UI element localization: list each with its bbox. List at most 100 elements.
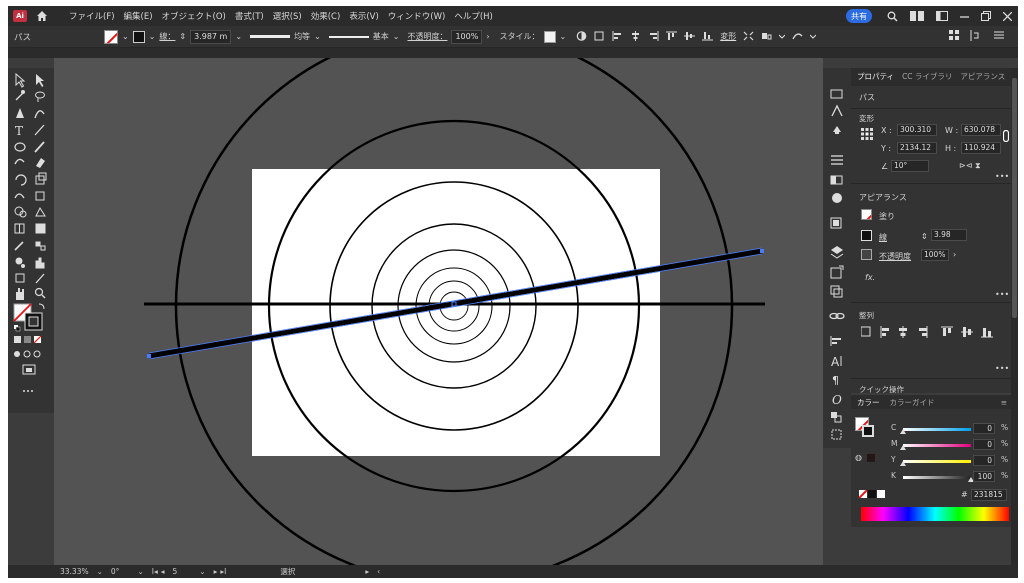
- align-top-icon[interactable]: [666, 31, 678, 41]
- ellipse-tool-icon[interactable]: [14, 142, 26, 152]
- transform-link[interactable]: 変形: [720, 31, 736, 42]
- menu-type[interactable]: 書式(T): [235, 10, 264, 22]
- chevron-down-icon[interactable]: [779, 31, 786, 41]
- previous-artboard-icon[interactable]: ◂: [161, 567, 165, 576]
- white-color-chip[interactable]: [877, 490, 885, 498]
- stroke-panel-icon[interactable]: [831, 155, 843, 165]
- arrange-documents-icon[interactable]: [910, 11, 924, 21]
- panel-menu-icon[interactable]: ≡: [1001, 398, 1007, 407]
- flip-horizontal-icon[interactable]: ⊳⊲: [959, 161, 972, 170]
- eraser-tool-icon[interactable]: [36, 158, 45, 168]
- yellow-slider-thumb[interactable]: [900, 461, 906, 466]
- rotate-tool-icon[interactable]: [15, 174, 27, 186]
- cyan-value[interactable]: 0: [973, 423, 995, 434]
- tab-appearance[interactable]: アピアランス: [960, 71, 1005, 82]
- more-options-icon[interactable]: •••: [995, 364, 1009, 373]
- paragraph-panel-icon[interactable]: ¶: [832, 374, 839, 387]
- links-panel-icon[interactable]: [829, 312, 845, 320]
- screen-mode-icon[interactable]: [22, 364, 36, 375]
- magenta-slider[interactable]: [903, 444, 971, 447]
- reference-point-icon[interactable]: [861, 128, 873, 140]
- stepper-icon[interactable]: ⇕: [921, 232, 928, 241]
- anchor-point[interactable]: [760, 249, 764, 253]
- tab-color[interactable]: カラー: [857, 397, 880, 408]
- brush-definition-icon[interactable]: [328, 35, 369, 38]
- puppet-warp-icon[interactable]: [792, 31, 803, 41]
- chevron-down-icon[interactable]: ⌄: [560, 32, 567, 41]
- align-buttons[interactable]: [861, 326, 1001, 338]
- link-proportions-icon[interactable]: [1003, 130, 1009, 142]
- opacity-field[interactable]: 100%: [451, 29, 483, 44]
- variable-width-profile-icon[interactable]: [250, 35, 291, 38]
- status-arrow-icon[interactable]: ▸: [365, 567, 369, 576]
- hex-field[interactable]: 231815: [971, 489, 1007, 501]
- menu-select[interactable]: 選択(S): [273, 10, 302, 22]
- transform-each-icon[interactable]: [743, 31, 754, 41]
- y-field[interactable]: 2134.12: [897, 142, 937, 154]
- symbol-sprayer-icon[interactable]: [15, 257, 25, 268]
- none-color-chip[interactable]: [859, 490, 867, 498]
- opentype-panel-icon[interactable]: O: [832, 393, 842, 407]
- transform-panel-icon[interactable]: [831, 429, 842, 440]
- artboard-tool-icon[interactable]: [15, 273, 25, 283]
- asset-export-icon[interactable]: [830, 285, 843, 298]
- style-swatch[interactable]: [543, 30, 556, 43]
- curvature-tool-icon[interactable]: [34, 110, 45, 119]
- free-transform-icon[interactable]: [35, 191, 45, 201]
- rotate-view[interactable]: 0°: [111, 567, 120, 576]
- magic-wand-icon[interactable]: [15, 90, 25, 101]
- default-colors-icon[interactable]: [14, 325, 21, 332]
- pathfinder-icon[interactable]: [970, 30, 984, 41]
- flip-vertical-icon[interactable]: ⧗: [975, 161, 981, 171]
- restore-icon[interactable]: [981, 11, 991, 21]
- effects-icon[interactable]: fx.: [865, 273, 875, 282]
- symbols-panel-icon[interactable]: [833, 126, 841, 134]
- menu-lines-icon[interactable]: [994, 30, 1004, 40]
- opacity-label[interactable]: 不透明度：: [407, 31, 447, 42]
- selection-tool-icon[interactable]: [15, 72, 26, 88]
- search-icon[interactable]: [887, 11, 898, 22]
- current-color-chip[interactable]: [867, 454, 875, 462]
- color-spectrum[interactable]: [861, 507, 1009, 521]
- chevron-down-icon[interactable]: ⌄: [199, 567, 205, 576]
- chevron-right-icon[interactable]: ›: [953, 250, 956, 259]
- menu-edit[interactable]: 編集(E): [124, 10, 153, 22]
- slice-tool-icon[interactable]: [35, 273, 45, 284]
- menu-file[interactable]: ファイル(F): [69, 10, 115, 22]
- align-right-icon[interactable]: [648, 31, 659, 41]
- anchor-point[interactable]: [147, 354, 151, 358]
- shape-builder-icon[interactable]: [14, 206, 27, 218]
- black-slider[interactable]: [903, 476, 971, 479]
- menu-window[interactable]: ウィンドウ(W): [388, 10, 446, 22]
- shaper-tool-icon[interactable]: [14, 158, 25, 165]
- stroke-indicator[interactable]: [862, 425, 874, 437]
- fill-stroke-widget[interactable]: [13, 303, 43, 331]
- artboard[interactable]: [252, 169, 660, 456]
- fill-swatch[interactable]: [861, 209, 872, 220]
- chevron-down-icon[interactable]: ⌄: [314, 32, 321, 41]
- arrange-icon[interactable]: [949, 30, 960, 41]
- width-tool-icon[interactable]: [14, 193, 25, 199]
- pathfinder-panel-icon[interactable]: [831, 412, 842, 423]
- stroke-swatch[interactable]: [132, 30, 145, 43]
- align-bottom-icon[interactable]: [702, 31, 714, 41]
- stroke-weight-field[interactable]: 3.98: [931, 229, 967, 241]
- stroke-weight-field[interactable]: 3.987 m: [190, 29, 232, 44]
- align-center-icon[interactable]: [630, 31, 641, 41]
- perspective-grid-icon[interactable]: [35, 206, 46, 217]
- type-tool-icon[interactable]: T: [15, 124, 23, 138]
- scroll-left-icon[interactable]: ‹: [377, 567, 380, 576]
- cyan-slider[interactable]: [903, 428, 971, 431]
- graph-tool-icon[interactable]: [35, 257, 45, 269]
- hand-tool-icon[interactable]: [16, 288, 24, 300]
- layers-panel-icon[interactable]: [830, 246, 844, 259]
- magenta-slider-thumb[interactable]: [900, 445, 906, 450]
- recolor-icon[interactable]: [576, 31, 587, 41]
- h-field[interactable]: 110.924: [961, 142, 1001, 154]
- scale-tool-icon[interactable]: [35, 172, 47, 185]
- menu-effect[interactable]: 効果(C): [311, 10, 341, 22]
- stroke-swatch[interactable]: [861, 230, 872, 241]
- yellow-slider[interactable]: [903, 460, 971, 463]
- angle-field[interactable]: 10°: [891, 160, 929, 172]
- chevron-down-icon[interactable]: [810, 31, 817, 41]
